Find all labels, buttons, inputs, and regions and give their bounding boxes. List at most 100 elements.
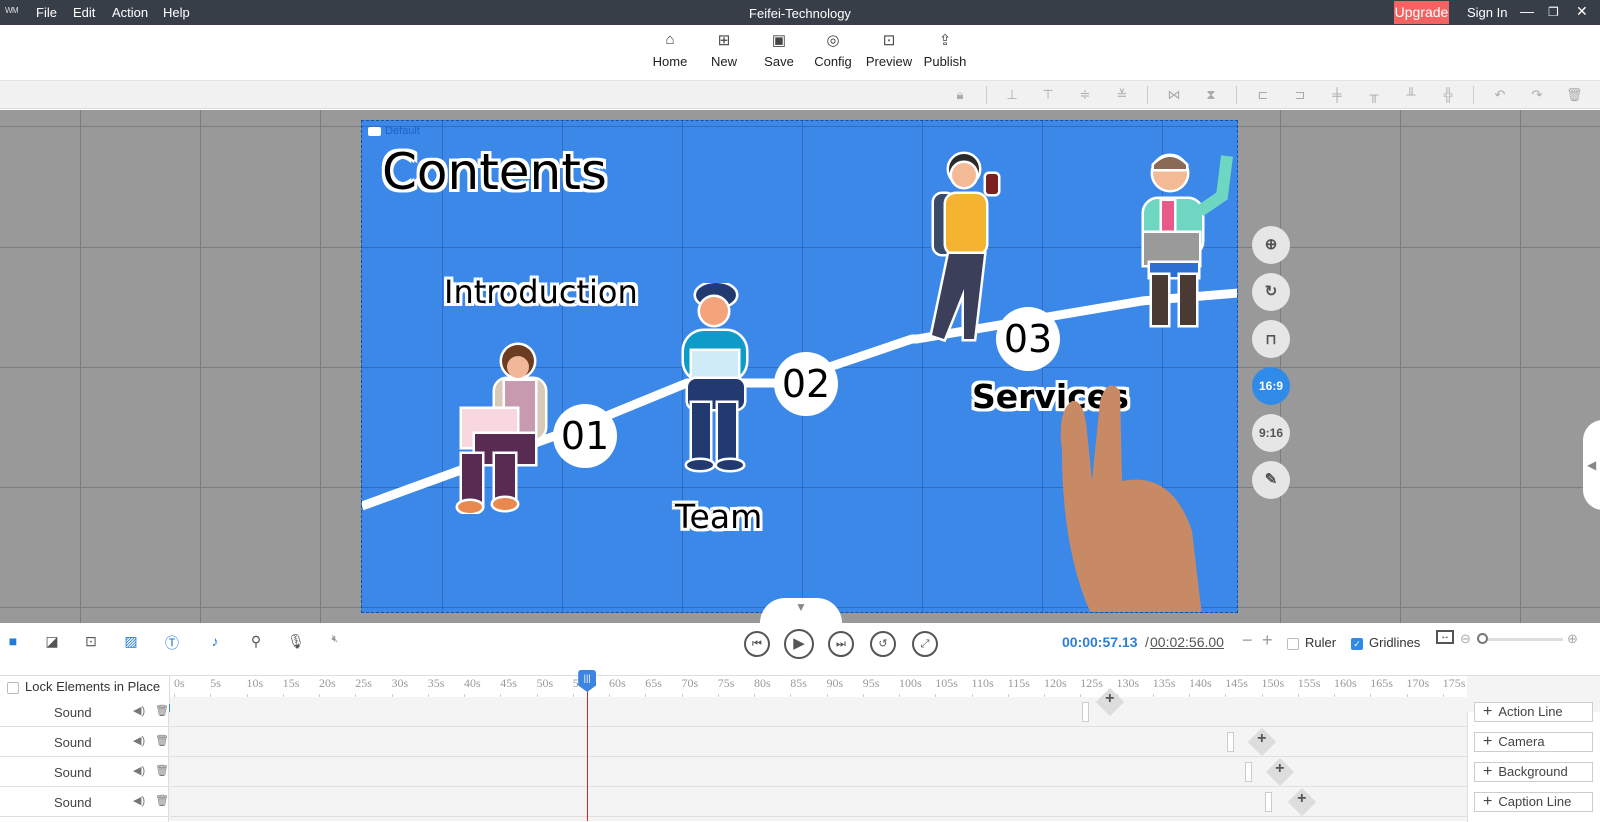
decrease-duration-button[interactable]: − bbox=[1242, 630, 1253, 651]
volume-icon[interactable]: ◀) bbox=[133, 704, 145, 717]
lock-elements-toggle[interactable]: Lock Elements in Place bbox=[7, 679, 160, 694]
sound-clip[interactable] bbox=[1082, 702, 1089, 722]
add-action-line-button[interactable]: + Action Line bbox=[1474, 702, 1593, 722]
align-bottom-icon[interactable]: ╨ bbox=[1403, 87, 1419, 103]
rotate-button[interactable]: ↻ bbox=[1252, 273, 1290, 311]
align-top-edge-icon[interactable]: ⊤ bbox=[1040, 87, 1056, 103]
track-row[interactable]: Sound ◀) 🗑︎ bbox=[0, 757, 169, 787]
scene-canvas[interactable]: Default Contents Introduction Team Servi… bbox=[361, 120, 1238, 613]
minimize-icon[interactable]: — bbox=[1520, 3, 1534, 19]
increase-duration-button[interactable]: + bbox=[1262, 630, 1273, 651]
skip-forward-button[interactable]: ⏭ bbox=[828, 631, 854, 657]
ratio-9-16-button[interactable]: 9:16 bbox=[1252, 414, 1290, 452]
character-raising-hand[interactable] bbox=[1132, 151, 1237, 336]
ruler-toggle[interactable]: Ruler bbox=[1287, 635, 1336, 650]
replay-button[interactable]: ↺ bbox=[870, 631, 896, 657]
sign-in-link[interactable]: Sign In bbox=[1467, 5, 1507, 20]
microphone-icon[interactable]: 🎙︎ bbox=[287, 633, 305, 650]
add-camera-track-button[interactable]: + Camera bbox=[1474, 732, 1593, 752]
add-background-button[interactable]: + Background bbox=[1474, 762, 1593, 782]
delete-track-icon[interactable]: 🗑︎ bbox=[155, 734, 169, 747]
add-element-icon[interactable]: ⊡ bbox=[82, 633, 100, 650]
track-row[interactable]: Sound ◀) 🗑︎ bbox=[0, 727, 169, 757]
track-lane[interactable]: + bbox=[170, 787, 1467, 817]
ruler-checkbox[interactable] bbox=[1287, 637, 1299, 650]
delete-track-icon[interactable]: 🗑︎ bbox=[155, 794, 169, 807]
new-button[interactable]: ⊞ New bbox=[697, 31, 751, 69]
upgrade-button[interactable]: Upgrade bbox=[1394, 1, 1449, 24]
flip-horizontal-icon[interactable]: ⋈ bbox=[1166, 87, 1182, 103]
mute-icon[interactable]: 🔇︎ bbox=[326, 633, 344, 646]
flip-vertical-icon[interactable]: ⧗ bbox=[1203, 87, 1219, 103]
distribute-vertical-icon[interactable]: ≑ bbox=[1077, 87, 1093, 103]
align-top-icon[interactable]: ╥ bbox=[1366, 87, 1382, 103]
delete-icon[interactable]: 🗑︎ bbox=[1566, 87, 1583, 103]
role-icon[interactable]: ⚲ bbox=[247, 633, 265, 650]
shape-icon[interactable]: ▨ bbox=[122, 633, 140, 650]
sound-clip[interactable] bbox=[1227, 732, 1234, 752]
align-center-horizontal-icon[interactable]: ╪ bbox=[1329, 87, 1345, 103]
total-time[interactable]: 00:02:56.00 bbox=[1150, 634, 1224, 650]
fullscreen-button[interactable]: ⤢ bbox=[912, 631, 938, 657]
add-keyframe-button[interactable]: + bbox=[1247, 727, 1277, 757]
close-icon[interactable]: ✕ bbox=[1576, 3, 1588, 20]
redo-icon[interactable]: ↷ bbox=[1529, 87, 1545, 103]
lock-icon[interactable]: 🔒︎ bbox=[952, 87, 968, 103]
ratio-16-9-button[interactable]: 16:9 bbox=[1252, 367, 1290, 405]
background-icon[interactable]: ◪ bbox=[43, 633, 61, 650]
track-lane[interactable]: + bbox=[170, 757, 1467, 787]
align-right-icon[interactable]: ⊐ bbox=[1292, 87, 1308, 103]
align-left-icon[interactable]: ⊏ bbox=[1255, 87, 1271, 103]
track-row[interactable]: Sound ◀) 🗑︎ bbox=[0, 697, 169, 727]
track-row[interactable]: Sound ◀) 🗑︎ bbox=[0, 787, 169, 817]
fit-width-icon[interactable]: ↔ bbox=[1436, 630, 1454, 644]
music-icon[interactable]: ♪ bbox=[206, 633, 224, 649]
text-icon[interactable]: Ⓣ bbox=[163, 633, 181, 653]
undo-icon[interactable]: ↶ bbox=[1492, 87, 1508, 103]
zoom-in-icon[interactable]: ⊕ bbox=[1567, 631, 1578, 647]
edit-button[interactable]: ✎ bbox=[1252, 461, 1290, 499]
track-lane[interactable]: + bbox=[170, 687, 1467, 727]
publish-button[interactable]: ⇪ Publish bbox=[918, 31, 972, 69]
contents-title[interactable]: Contents bbox=[382, 143, 607, 201]
camera-track-icon[interactable]: ■ bbox=[4, 633, 22, 649]
lock-elements-checkbox[interactable] bbox=[7, 681, 19, 694]
delete-track-icon[interactable]: 🗑︎ bbox=[155, 704, 169, 717]
play-button[interactable]: ▶ bbox=[784, 629, 814, 659]
unlock-button[interactable]: ⊓ bbox=[1252, 320, 1290, 358]
home-button[interactable]: ⌂ Home bbox=[643, 31, 697, 69]
gridlines-checkbox[interactable]: ✓ bbox=[1351, 637, 1363, 650]
zoom-slider-thumb[interactable] bbox=[1477, 633, 1488, 644]
add-caption-line-button[interactable]: + Caption Line bbox=[1474, 792, 1593, 812]
character-walker-phone[interactable] bbox=[924, 149, 1009, 344]
zoom-out-icon[interactable]: ⊖ bbox=[1460, 631, 1471, 647]
character-team-member[interactable] bbox=[674, 283, 754, 473]
add-keyframe-button[interactable]: + bbox=[1287, 787, 1317, 817]
track-lane[interactable]: + bbox=[170, 727, 1467, 757]
delete-track-icon[interactable]: 🗑︎ bbox=[155, 764, 169, 777]
label-team[interactable]: Team bbox=[675, 497, 762, 536]
gridlines-toggle[interactable]: ✓ Gridlines bbox=[1351, 635, 1420, 650]
volume-icon[interactable]: ◀) bbox=[133, 764, 145, 777]
add-keyframe-button[interactable]: + bbox=[1265, 757, 1295, 787]
sound-clip[interactable] bbox=[1265, 792, 1272, 812]
add-camera-button[interactable]: ⊕ bbox=[1252, 226, 1290, 264]
canvas-collapse-handle[interactable]: ▼ bbox=[760, 598, 842, 623]
align-center-vertical-icon[interactable]: ⊥ bbox=[1004, 87, 1020, 103]
volume-icon[interactable]: ◀) bbox=[133, 734, 145, 747]
preview-button[interactable]: ⊡ Preview bbox=[862, 31, 916, 69]
step-circle-02[interactable]: 02 bbox=[774, 352, 838, 416]
zoom-slider-track[interactable] bbox=[1478, 638, 1563, 641]
label-introduction[interactable]: Introduction bbox=[444, 273, 638, 311]
align-bottom-edge-icon[interactable]: ≚ bbox=[1114, 87, 1130, 103]
skip-back-button[interactable]: ⏮ bbox=[744, 631, 770, 657]
distribute-horizontal-icon[interactable]: ╬ bbox=[1440, 87, 1456, 103]
character-laptop-sitter[interactable] bbox=[450, 339, 560, 514]
config-button[interactable]: ◎ Config bbox=[806, 31, 860, 69]
restore-icon[interactable]: ❐ bbox=[1548, 5, 1559, 19]
volume-icon[interactable]: ◀) bbox=[133, 794, 145, 807]
step-circle-01[interactable]: 01 bbox=[553, 404, 617, 468]
collapse-panel-handle[interactable]: ◀ bbox=[1583, 420, 1600, 510]
sound-clip[interactable] bbox=[1245, 762, 1252, 782]
save-button[interactable]: ▣ Save bbox=[752, 31, 806, 69]
